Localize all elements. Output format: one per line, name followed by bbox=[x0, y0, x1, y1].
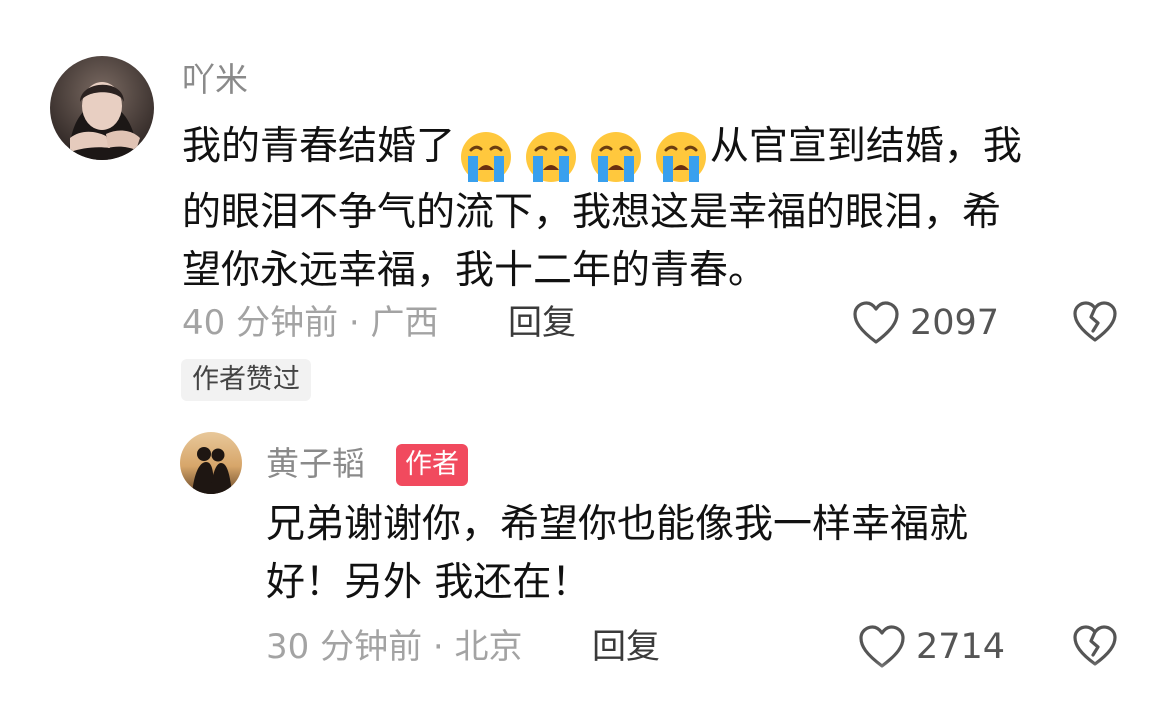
author-liked-tag: 作者赞过 bbox=[181, 359, 311, 401]
crying-emoji-icon bbox=[525, 131, 576, 182]
comment-text-line: 我的青春结婚了 从官宣到结婚，我 bbox=[182, 118, 1112, 184]
crying-emoji-icon bbox=[655, 131, 706, 182]
comment-text-line: 的眼泪不争气的流下，我想这是幸福的眼泪，希 bbox=[182, 184, 1112, 242]
comment-text-segment: 望你永远幸福，我十二年的青春。 bbox=[182, 248, 768, 293]
comment-time-location: 40 分钟前 · 广西 bbox=[182, 303, 439, 343]
comment-text-line: 望你永远幸福，我十二年的青春。 bbox=[182, 242, 1112, 300]
like-count: 2714 bbox=[916, 627, 1006, 667]
reply-button[interactable]: 回复 bbox=[592, 627, 660, 667]
avatar[interactable] bbox=[50, 56, 154, 160]
comment-text-segment: 兄弟谢谢你，希望你也能像我一样幸福就 bbox=[266, 502, 969, 547]
username[interactable]: 吖米 bbox=[182, 60, 248, 100]
comment-text: 我的青春结婚了 从官宣到结婚，我 的眼泪不争气的流下，我想这是幸福的眼泪，希 望… bbox=[182, 118, 1112, 300]
comment-text-line: 好！另外 我还在！ bbox=[266, 554, 1126, 612]
avatar[interactable] bbox=[180, 432, 242, 494]
comment-text-segment: 我的青春结婚了 bbox=[182, 124, 456, 169]
like-button[interactable]: 2714 bbox=[858, 624, 1005, 670]
author-badge: 作者 bbox=[396, 444, 468, 486]
like-count: 2097 bbox=[910, 303, 1000, 343]
comment-text: 兄弟谢谢你，希望你也能像我一样幸福就 好！另外 我还在！ bbox=[266, 496, 1126, 612]
emoji-group bbox=[455, 126, 710, 184]
dislike-button[interactable] bbox=[1072, 624, 1118, 672]
comment-text-segment: 从官宣到结婚，我 bbox=[709, 124, 1022, 169]
dislike-button[interactable] bbox=[1072, 300, 1118, 348]
broken-heart-icon bbox=[1073, 625, 1117, 666]
heart-outline-icon bbox=[859, 625, 905, 668]
comment-text-line: 兄弟谢谢你，希望你也能像我一样幸福就 bbox=[266, 496, 1126, 554]
broken-heart-icon bbox=[1073, 301, 1117, 342]
username[interactable]: 黄子韬 bbox=[266, 444, 365, 484]
reply-button[interactable]: 回复 bbox=[508, 303, 576, 343]
crying-emoji-icon bbox=[590, 131, 641, 182]
comment-text-segment: 好！另外 我还在！ bbox=[266, 560, 591, 605]
heart-outline-icon bbox=[853, 301, 899, 344]
like-button[interactable]: 2097 bbox=[852, 300, 999, 346]
crying-emoji-icon bbox=[460, 131, 511, 182]
comment-text-segment: 的眼泪不争气的流下，我想这是幸福的眼泪，希 bbox=[182, 190, 1002, 235]
comment-time-location: 30 分钟前 · 北京 bbox=[266, 627, 523, 667]
